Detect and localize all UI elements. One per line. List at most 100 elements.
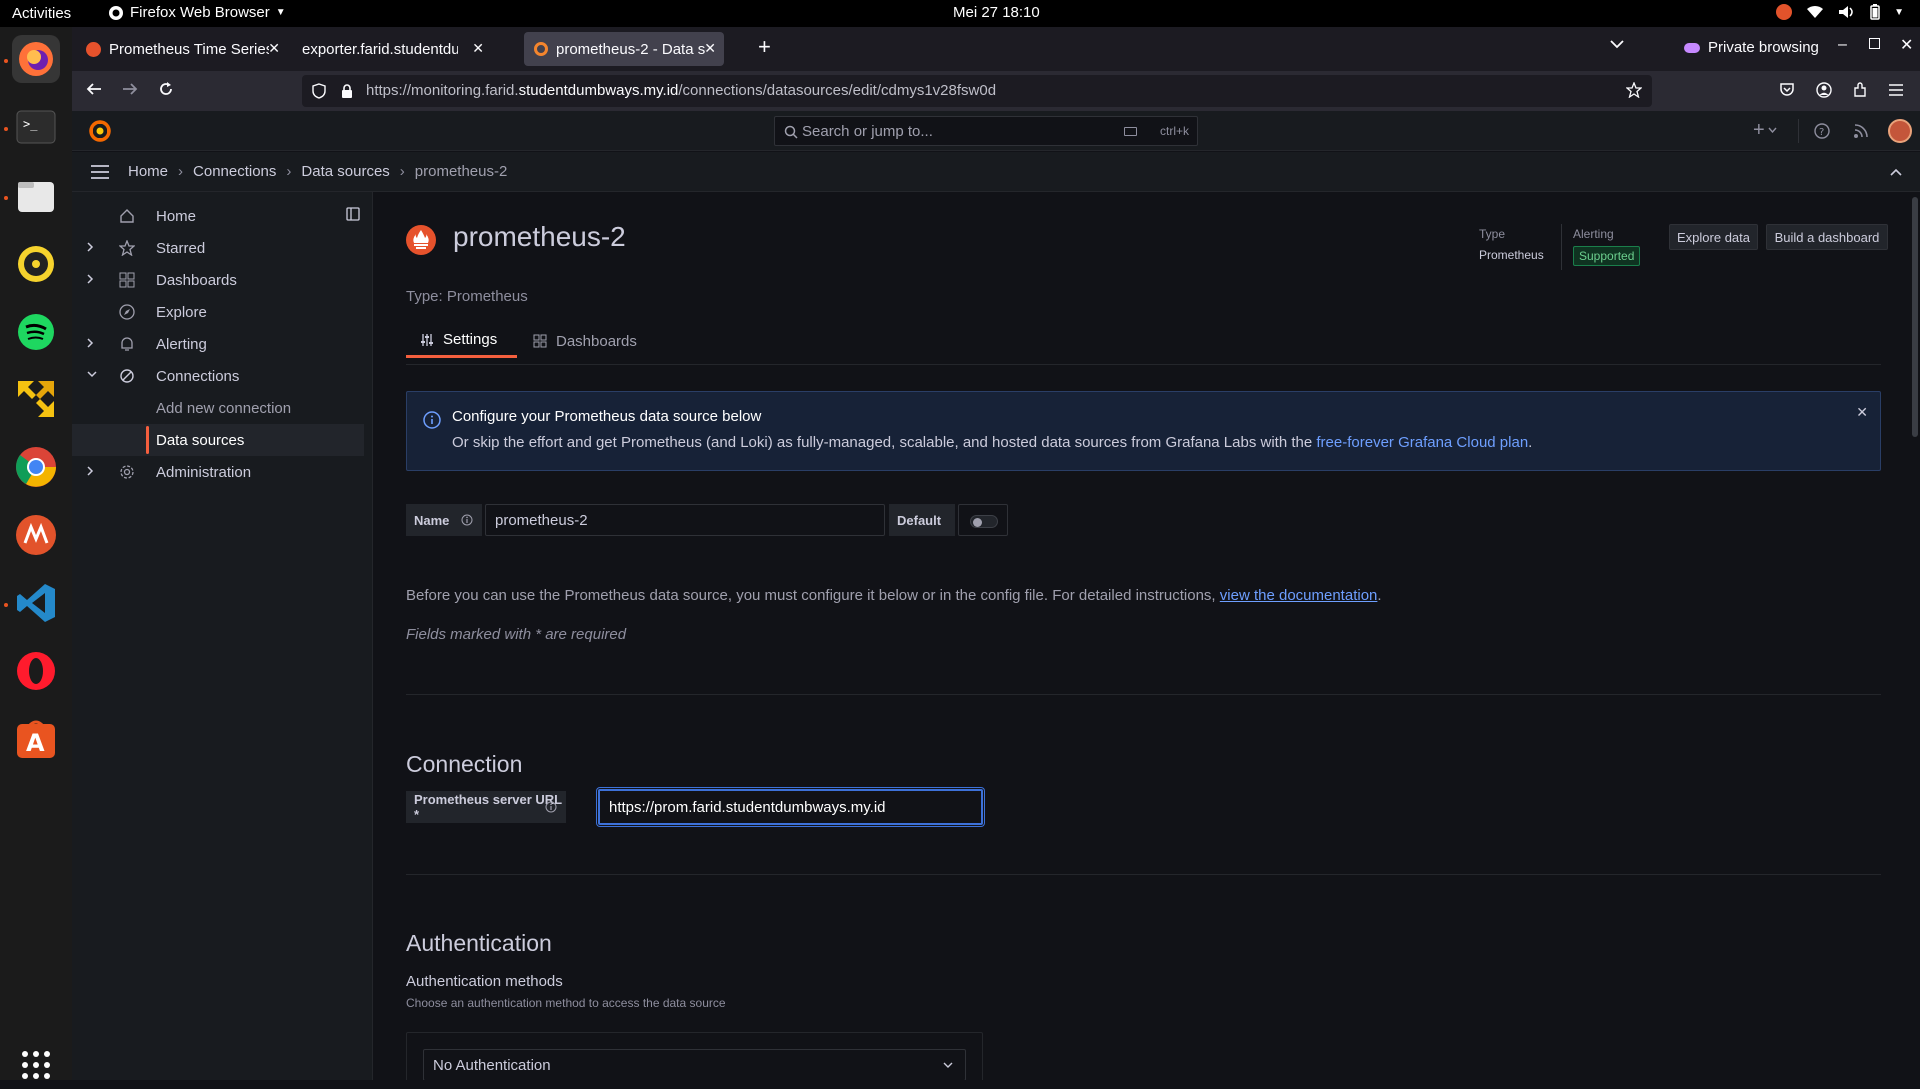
bookmark-star-icon[interactable] <box>1626 82 1642 98</box>
tray-app-icon[interactable] <box>1776 4 1793 20</box>
browser-tab[interactable]: Prometheus Time Series ✕ <box>76 32 288 66</box>
chrome-icon <box>16 447 56 487</box>
browser-tab-active[interactable]: prometheus-2 - Data sources ✕ <box>524 32 724 66</box>
activities-button[interactable]: Activities <box>12 5 71 22</box>
tracking-shield-icon[interactable] <box>312 83 326 99</box>
default-toggle-switch[interactable] <box>970 515 998 528</box>
tab-close-icon[interactable]: ✕ <box>704 40 716 57</box>
chevron-right-icon[interactable] <box>86 241 94 253</box>
keyboard-icon <box>1124 127 1137 136</box>
app-menu[interactable]: Firefox Web Browser ▼ <box>108 4 286 21</box>
sidebar-item-label: Starred <box>156 240 206 257</box>
top-divider <box>1798 119 1799 143</box>
new-plus-menu-icon[interactable]: + <box>1753 120 1777 140</box>
new-tab-button[interactable]: + <box>758 36 771 58</box>
sidebar-item-explore[interactable]: Explore <box>72 296 372 328</box>
close-alert-icon[interactable]: ✕ <box>1856 404 1868 421</box>
extensions-icon[interactable] <box>1852 82 1868 98</box>
info-circle-icon <box>423 411 441 429</box>
grafana-cloud-link[interactable]: free-forever Grafana Cloud plan <box>1316 434 1528 451</box>
server-url-input[interactable]: https://prom.farid.studentdumbways.my.id <box>598 789 983 825</box>
chevron-down-icon[interactable] <box>86 369 98 379</box>
url-text[interactable]: https://monitoring.farid.studentdumbways… <box>366 82 996 99</box>
sidebar-item-administration[interactable]: Administration <box>72 456 372 488</box>
browser-tab[interactable]: exporter.farid.studentdumbways.my.id ✕ <box>292 32 492 66</box>
minimize-window-button[interactable]: – <box>1838 36 1847 54</box>
dock-vscode[interactable] <box>12 579 60 627</box>
chevron-right-icon[interactable] <box>86 337 94 349</box>
sidebar-item-label: Alerting <box>156 336 207 353</box>
system-tray[interactable]: ▼ <box>1776 4 1904 20</box>
sidebar-item-label: Data sources <box>156 432 245 449</box>
dock-app-center[interactable]: A <box>12 715 60 763</box>
breadcrumb-connections[interactable]: Connections <box>193 163 276 180</box>
page-scrollbar[interactable] <box>1912 197 1918 437</box>
dock-opera[interactable] <box>12 647 60 695</box>
back-button[interactable] <box>86 81 102 97</box>
breadcrumb-separator-icon: › <box>399 163 405 180</box>
user-avatar[interactable] <box>1888 119 1912 143</box>
sidebar-item-connections[interactable]: Connections <box>72 360 372 392</box>
breadcrumb: Home › Connections › Data sources › prom… <box>128 163 507 180</box>
restore-window-button[interactable] <box>1869 38 1880 49</box>
tab-close-icon[interactable]: ✕ <box>472 40 484 57</box>
address-bar[interactable]: https://monitoring.farid.studentdumbways… <box>302 75 1652 107</box>
dock-firefox[interactable] <box>12 35 60 83</box>
auth-method-select[interactable]: No Authentication <box>423 1049 966 1080</box>
account-icon[interactable] <box>1816 82 1832 98</box>
name-input[interactable]: prometheus-2 <box>485 504 885 536</box>
dock-chrome[interactable] <box>12 443 60 491</box>
show-apps-button[interactable] <box>12 1041 60 1089</box>
dock-files[interactable] <box>12 172 60 220</box>
sidebar-item-data-sources[interactable]: Data sources <box>72 424 364 456</box>
documentation-link[interactable]: view the documentation <box>1220 587 1378 604</box>
build-dashboard-button[interactable]: Build a dashboard <box>1766 224 1888 250</box>
pocket-icon[interactable] <box>1779 82 1795 98</box>
collapse-header-chevron-icon[interactable] <box>1890 168 1902 176</box>
tab-dashboards[interactable]: Dashboards <box>533 324 637 358</box>
breadcrumb-home[interactable]: Home <box>128 163 168 180</box>
sidebar-item-dashboards[interactable]: Dashboards <box>72 264 372 296</box>
status-badge: Supported <box>1573 246 1641 266</box>
search-placeholder: Search or jump to... <box>802 123 933 140</box>
close-window-button[interactable]: ✕ <box>1900 35 1913 55</box>
dock-rhythmbox[interactable] <box>12 240 60 288</box>
forward-button[interactable] <box>122 81 138 97</box>
sidebar-item-starred[interactable]: Starred <box>72 232 372 264</box>
dock-terminal[interactable]: >_ <box>12 103 60 151</box>
search-bar[interactable]: Search or jump to... ctrl+k <box>774 116 1198 146</box>
tab-close-icon[interactable]: ✕ <box>268 40 280 57</box>
breadcrumb-separator-icon: › <box>286 163 292 180</box>
info-icon[interactable] <box>545 801 557 813</box>
tab-settings[interactable]: Settings <box>406 324 517 358</box>
lock-icon[interactable] <box>340 83 354 99</box>
help-icon[interactable]: ? <box>1814 123 1830 139</box>
dock-miro[interactable] <box>12 511 60 559</box>
sidebar-item-home[interactable]: Home <box>72 200 372 232</box>
hamburger-menu-icon[interactable] <box>1888 83 1904 97</box>
dock-remmina[interactable] <box>12 375 60 423</box>
list-all-tabs-icon[interactable] <box>1610 39 1624 49</box>
server-url-value: https://prom.farid.studentdumbways.my.id <box>609 798 886 816</box>
grafana-top-bar: Search or jump to... ctrl+k + ? <box>72 111 1920 151</box>
breadcrumb-data-sources[interactable]: Data sources <box>301 163 389 180</box>
news-rss-icon[interactable] <box>1853 123 1869 139</box>
sidebar-item-alerting[interactable]: Alerting <box>72 328 372 360</box>
private-mask-icon <box>1684 42 1700 53</box>
breadcrumb-bar: Home › Connections › Data sources › prom… <box>72 152 1920 192</box>
chevron-right-icon[interactable] <box>86 465 94 477</box>
menu-toggle-icon[interactable] <box>90 164 110 180</box>
page-type-line: Type: Prometheus <box>406 288 528 305</box>
explore-data-button[interactable]: Explore data <box>1669 224 1758 250</box>
doc-paragraph: Before you can use the Prometheus data s… <box>406 587 1382 604</box>
grafana-logo-icon[interactable] <box>89 120 111 142</box>
running-indicator <box>4 127 8 131</box>
sidebar-item-label: Connections <box>156 368 240 385</box>
info-icon[interactable] <box>461 514 473 526</box>
dock-spotify[interactable] <box>12 308 60 356</box>
reload-button[interactable] <box>158 81 174 97</box>
sidebar-item-add-new-connection[interactable]: Add new connection <box>72 392 372 424</box>
server-url-field-label: Prometheus server URL * <box>406 791 566 823</box>
chevron-right-icon[interactable] <box>86 273 94 285</box>
clock[interactable]: Mei 27 18:10 <box>953 4 1040 21</box>
